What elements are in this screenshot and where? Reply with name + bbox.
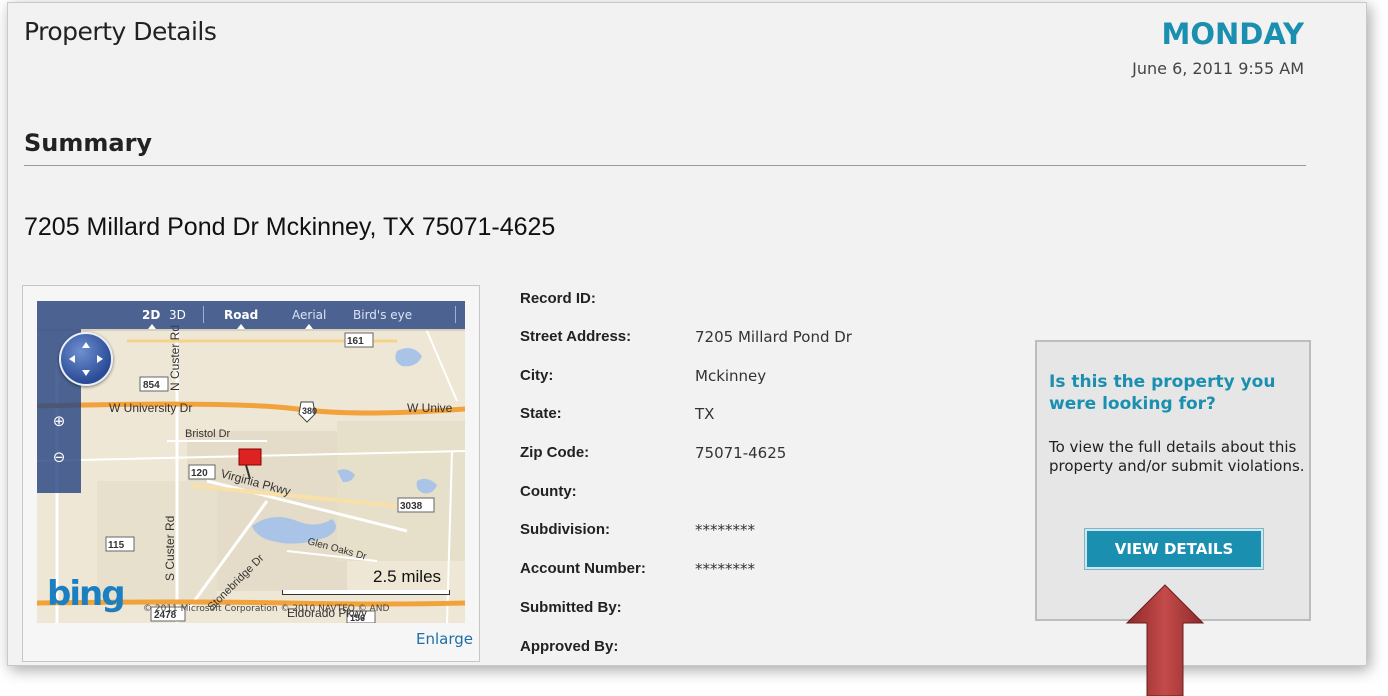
detail-label: Approved By: bbox=[520, 638, 619, 655]
detail-row-approved-by: Approved By: bbox=[520, 638, 920, 658]
detail-label: County: bbox=[520, 483, 577, 500]
map-copyright: © 2011 Microsoft Corporation © 2010 NAVT… bbox=[143, 604, 390, 614]
route-115-label: 115 bbox=[108, 540, 125, 551]
detail-row-zip-code: Zip Code: 75071-4625 bbox=[520, 444, 920, 464]
s-custer-rd-label: S Custer Rd bbox=[163, 516, 177, 581]
n-custer-rd-label: N Custer Rd bbox=[168, 325, 182, 391]
detail-value: ******** bbox=[695, 560, 755, 578]
map-aerial-button[interactable]: Aerial bbox=[292, 308, 326, 322]
route-3038-label: 3038 bbox=[400, 501, 423, 512]
map-frame: 161 854 380 W University Dr W Unive Bris… bbox=[22, 285, 480, 662]
property-confirm-box: Is this the property you were looking fo… bbox=[1035, 340, 1311, 621]
map-view[interactable]: 161 854 380 W University Dr W Unive Bris… bbox=[37, 301, 465, 623]
summary-heading: Summary bbox=[24, 129, 153, 157]
detail-value: Mckinney bbox=[695, 367, 767, 385]
route-156-label: 156 bbox=[350, 613, 365, 623]
detail-label: Zip Code: bbox=[520, 444, 590, 461]
detail-value: ******** bbox=[695, 521, 755, 539]
map-3d-button[interactable]: 3D bbox=[169, 308, 186, 322]
w-university-dr-label: W University Dr bbox=[109, 401, 192, 415]
confirm-text: To view the full details about this prop… bbox=[1049, 438, 1305, 475]
toolbar-divider bbox=[455, 306, 456, 323]
map-aerial-indicator-icon bbox=[305, 324, 313, 329]
confirm-question: Is this the property you were looking fo… bbox=[1049, 372, 1276, 414]
compass-arrows-icon bbox=[69, 342, 103, 376]
day-label: MONDAY bbox=[1161, 17, 1304, 51]
detail-row-subdivision: Subdivision: ******** bbox=[520, 521, 920, 541]
route-380-label: 380 bbox=[302, 406, 317, 416]
detail-label: Record ID: bbox=[520, 290, 596, 307]
detail-row-street-address: Street Address: 7205 Millard Pond Dr bbox=[520, 328, 920, 348]
detail-value: 7205 Millard Pond Dr bbox=[695, 328, 852, 346]
datetime-label: June 6, 2011 9:55 AM bbox=[1132, 59, 1304, 78]
map-2d-button[interactable]: 2D bbox=[142, 308, 160, 322]
detail-label: City: bbox=[520, 367, 554, 384]
map-2d-indicator-icon bbox=[148, 324, 156, 329]
detail-value: TX bbox=[695, 405, 715, 423]
detail-row-submitted-by: Submitted By: bbox=[520, 599, 920, 619]
toolbar-divider bbox=[203, 306, 204, 323]
detail-row-city: City: Mckinney bbox=[520, 367, 920, 387]
map-scale-label: 2.5 miles bbox=[373, 567, 442, 586]
map-scale-bar bbox=[282, 590, 450, 595]
view-details-button[interactable]: VIEW DETAILS bbox=[1084, 528, 1264, 570]
page-title: Property Details bbox=[24, 17, 217, 46]
route-854-label: 854 bbox=[143, 380, 160, 391]
enlarge-map-link[interactable]: Enlarge bbox=[416, 630, 473, 648]
route-120-label: 120 bbox=[191, 468, 208, 479]
map-birds-eye-button[interactable]: Bird's eye bbox=[353, 308, 412, 322]
property-details-panel: Property Details MONDAY June 6, 2011 9:5… bbox=[7, 2, 1367, 666]
map-toolbar: 2D 3D Road Aerial Bird's eye bbox=[37, 301, 465, 329]
map-road-indicator-icon bbox=[237, 324, 245, 329]
detail-row-county: County: bbox=[520, 483, 920, 503]
detail-value: 75071-4625 bbox=[695, 444, 787, 462]
detail-row-record-id: Record ID: bbox=[520, 290, 920, 310]
zoom-out-icon[interactable]: ⊖ bbox=[49, 447, 69, 467]
detail-row-state: State: TX bbox=[520, 405, 920, 425]
pan-compass-icon[interactable] bbox=[59, 332, 113, 386]
map-road-button[interactable]: Road bbox=[224, 308, 258, 322]
property-address: 7205 Millard Pond Dr Mckinney, TX 75071-… bbox=[24, 213, 556, 241]
pointer-arrow-icon bbox=[1125, 584, 1205, 696]
detail-label: Street Address: bbox=[520, 328, 632, 345]
zoom-in-icon[interactable]: ⊕ bbox=[49, 411, 69, 431]
detail-label: Submitted By: bbox=[520, 599, 622, 616]
detail-row-account-number: Account Number: ******** bbox=[520, 560, 920, 580]
section-divider bbox=[24, 165, 1306, 166]
detail-label: State: bbox=[520, 405, 562, 422]
detail-label: Subdivision: bbox=[520, 521, 610, 538]
w-unive-label: W Unive bbox=[407, 401, 453, 415]
bristol-dr-label: Bristol Dr bbox=[185, 428, 231, 440]
detail-label: Account Number: bbox=[520, 560, 646, 577]
bing-logo: bing bbox=[47, 574, 126, 614]
route-161-label: 161 bbox=[347, 336, 364, 347]
